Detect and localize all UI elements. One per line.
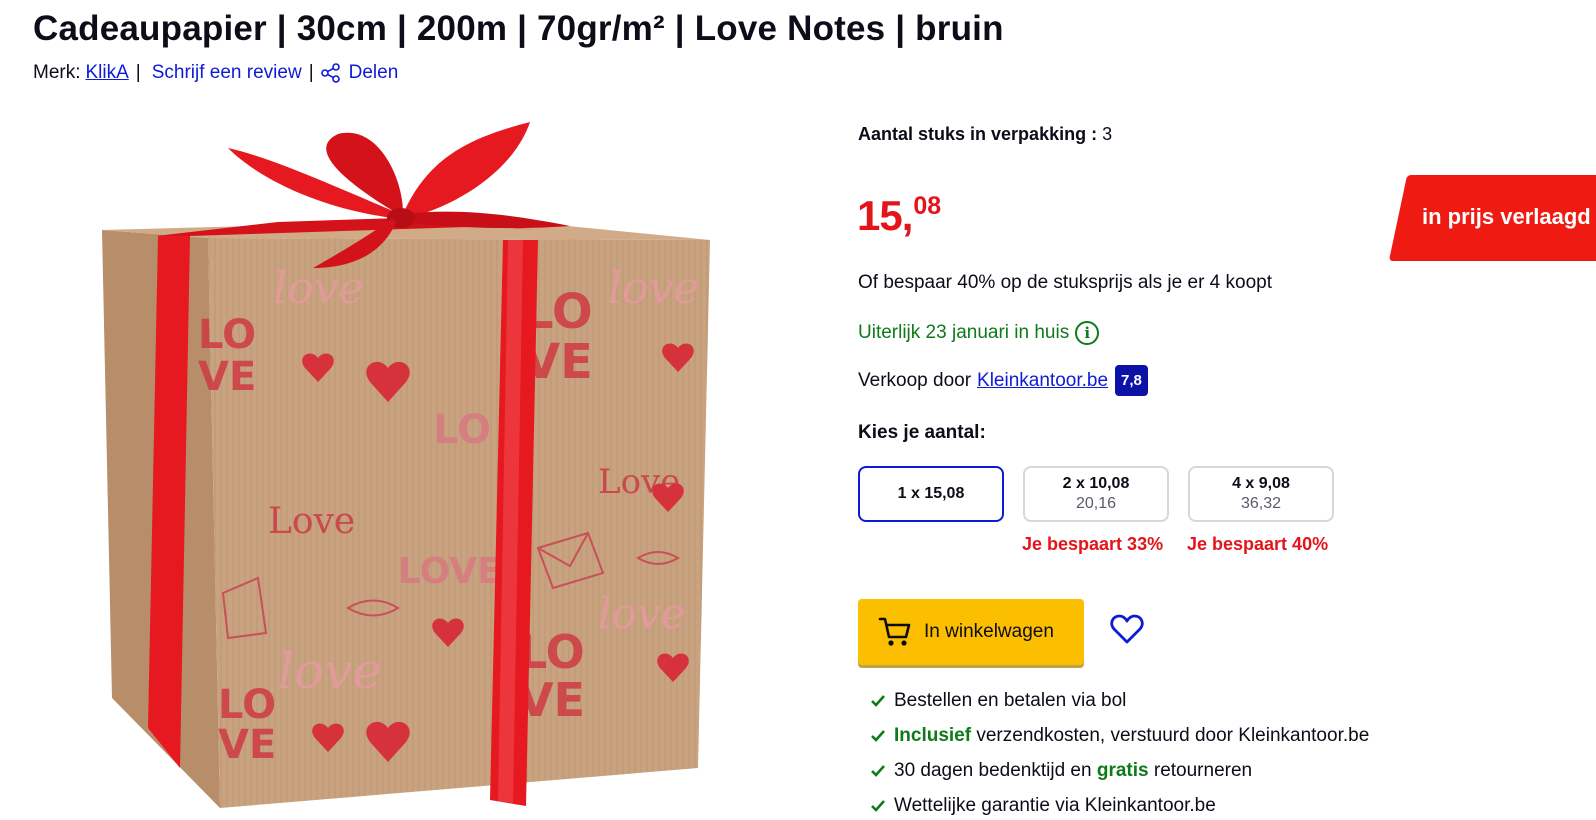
brand-link[interactable]: KlikA — [86, 62, 129, 84]
page-title: Cadeaupapier | 30cm | 200m | 70gr/m² | L… — [33, 9, 1004, 49]
write-review-link[interactable]: Schrijf een review — [152, 62, 302, 84]
price-reduced-label: in prijs verlaagd — [1422, 204, 1591, 229]
quantity-option-1[interactable]: 1 x 15,08 — [858, 466, 1004, 522]
svg-text:love: love — [598, 589, 685, 638]
delivery-info: Uiterlijk 23 januari in huis i — [858, 321, 1100, 345]
seller-rating-badge: 7,8 — [1115, 365, 1148, 396]
check-icon — [870, 799, 886, 813]
share-label: Delen — [348, 62, 399, 83]
svg-text:VE: VE — [218, 722, 276, 768]
check-icon — [870, 764, 886, 778]
svg-text:Love: Love — [268, 501, 355, 542]
usp-item: Bestellen en betalen via bol — [870, 690, 1126, 712]
product-page: Cadeaupapier | 30cm | 200m | 70gr/m² | L… — [0, 0, 1596, 820]
usp-item: 30 dagen bedenktijd en gratis retournere… — [870, 760, 1252, 782]
usp-highlight: Inclusief — [894, 725, 972, 746]
usp-text: verzendkosten, verstuurd door Kleinkanto… — [971, 725, 1370, 746]
seller-info: Verkoop door Kleinkantoor.be 7,8 — [858, 365, 1148, 396]
product-meta: Merk: KlikA | Schrijf een review | Delen — [33, 62, 398, 84]
svg-text:love: love — [273, 263, 364, 314]
svg-text:love: love — [278, 642, 382, 700]
svg-text:LOVE: LOVE — [398, 551, 502, 592]
cart-icon — [878, 617, 911, 646]
usp-text: retourneren — [1148, 760, 1253, 781]
svg-text:LO: LO — [433, 407, 491, 453]
quantity-option-total: 36,32 — [1240, 495, 1282, 512]
quantity-saving-4: Je bespaart 40% — [1187, 534, 1329, 554]
share-link[interactable]: Delen — [320, 62, 399, 84]
svg-text:LO: LO — [198, 312, 256, 358]
quantity-option-4[interactable]: 4 x 9,08 36,32 — [1188, 466, 1334, 522]
bulk-save-note: Of bespaar 40% op de stuksprijs als je e… — [858, 272, 1273, 293]
price-cents: 08 — [913, 192, 942, 220]
quantity-option-price: 2 x 10,08 — [1062, 475, 1130, 492]
usp-text: 30 dagen bedenktijd en — [894, 760, 1097, 781]
svg-text:VE: VE — [198, 354, 256, 400]
quantity-option-total: 20,16 — [1075, 495, 1117, 512]
svg-text:love: love — [608, 263, 699, 314]
brand-label: Merk: — [33, 62, 81, 83]
usp-item: Wettelijke garantie via Kleinkantoor.be — [870, 795, 1216, 817]
pack-quantity: Aantal stuks in verpakking : 3 — [858, 124, 1112, 145]
usp-highlight: gratis — [1096, 760, 1149, 781]
add-to-cart-label: In winkelwagen — [924, 621, 1054, 642]
usp-text: Wettelijke garantie via Kleinkantoor.be — [894, 795, 1216, 816]
quantity-saving-2: Je bespaart 33% — [1022, 534, 1164, 554]
meta-separator: | — [135, 62, 141, 83]
pack-label: Aantal stuks in verpakking : — [858, 124, 1098, 144]
quantity-option-price: 4 x 9,08 — [1232, 475, 1290, 492]
pack-value: 3 — [1102, 124, 1113, 144]
product-image[interactable]: love love LO VE LO VE Love Love LOVE lov… — [98, 118, 718, 820]
share-icon — [320, 63, 340, 83]
seller-label: Verkoop door — [858, 369, 972, 391]
meta-separator: | — [308, 62, 314, 83]
price-main: 15, — [857, 192, 913, 239]
delivery-text: Uiterlijk 23 januari in huis — [858, 322, 1070, 343]
usp-item: Inclusief verzendkosten, verstuurd door … — [870, 725, 1369, 747]
seller-link[interactable]: Kleinkantoor.be — [977, 370, 1108, 392]
info-icon[interactable]: i — [1075, 321, 1100, 345]
quantity-option-price: 1 x 15,08 — [897, 485, 965, 502]
heart-icon[interactable] — [1110, 614, 1144, 646]
usp-text: Bestellen en betalen via bol — [894, 690, 1127, 711]
quantity-option-2[interactable]: 2 x 10,08 20,16 — [1023, 466, 1169, 522]
price: 15,08 — [857, 192, 941, 240]
add-to-cart-button[interactable]: In winkelwagen — [858, 599, 1084, 665]
check-icon — [870, 729, 886, 743]
check-icon — [870, 694, 886, 708]
quantity-label: Kies je aantal: — [858, 422, 986, 443]
